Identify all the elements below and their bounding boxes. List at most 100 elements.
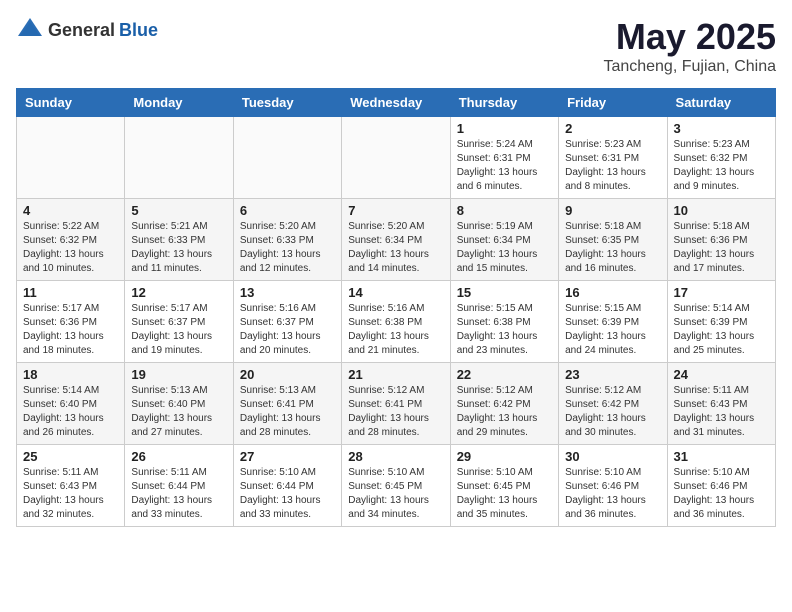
day-number: 14	[348, 285, 443, 300]
day-info: Sunrise: 5:18 AM Sunset: 6:36 PM Dayligh…	[674, 220, 769, 276]
day-number: 21	[348, 367, 443, 382]
day-info: Sunrise: 5:17 AM Sunset: 6:36 PM Dayligh…	[23, 302, 118, 358]
day-number: 4	[23, 203, 118, 218]
month-title: May 2025	[603, 16, 776, 58]
day-info: Sunrise: 5:10 AM Sunset: 6:46 PM Dayligh…	[674, 466, 769, 522]
day-info: Sunrise: 5:16 AM Sunset: 6:37 PM Dayligh…	[240, 302, 335, 358]
day-info: Sunrise: 5:10 AM Sunset: 6:46 PM Dayligh…	[565, 466, 660, 522]
calendar-cell: 1Sunrise: 5:24 AM Sunset: 6:31 PM Daylig…	[450, 117, 558, 199]
day-number: 5	[131, 203, 226, 218]
day-number: 24	[674, 367, 769, 382]
day-number: 18	[23, 367, 118, 382]
day-info: Sunrise: 5:11 AM Sunset: 6:44 PM Dayligh…	[131, 466, 226, 522]
weekday-header-row: Sunday Monday Tuesday Wednesday Thursday…	[17, 89, 776, 117]
calendar-cell: 6Sunrise: 5:20 AM Sunset: 6:33 PM Daylig…	[233, 199, 341, 281]
day-info: Sunrise: 5:10 AM Sunset: 6:45 PM Dayligh…	[348, 466, 443, 522]
week-row-5: 25 Sunrise: 5:11 AM Sunset: 6:43 PM Dayli…	[17, 445, 776, 527]
day-number: 31	[674, 449, 769, 464]
day-number: 23	[565, 367, 660, 382]
logo-text-blue: Blue	[119, 20, 158, 41]
logo: General Blue	[16, 16, 158, 44]
calendar-cell: 14 Sunrise: 5:16 AM Sunset: 6:38 PM Dayli…	[342, 281, 450, 363]
calendar-cell: 10 Sunrise: 5:18 AM Sunset: 6:36 PM Dayli…	[667, 199, 775, 281]
day-info: Sunrise: 5:20 AM Sunset: 6:33 PM Dayligh…	[240, 220, 335, 276]
calendar-cell: 21 Sunrise: 5:12 AM Sunset: 6:41 PM Dayli…	[342, 363, 450, 445]
calendar-cell: 28 Sunrise: 5:10 AM Sunset: 6:45 PM Dayli…	[342, 445, 450, 527]
calendar-cell: 20 Sunrise: 5:13 AM Sunset: 6:41 PM Dayli…	[233, 363, 341, 445]
calendar-cell: 4 Sunrise: 5:22 AM Sunset: 6:32 PM Daylig…	[17, 199, 125, 281]
day-info: Sunrise: 5:13 AM Sunset: 6:40 PM Dayligh…	[131, 384, 226, 440]
calendar-cell: 9Sunrise: 5:18 AM Sunset: 6:35 PM Daylig…	[559, 199, 667, 281]
day-info: Sunrise: 5:16 AM Sunset: 6:38 PM Dayligh…	[348, 302, 443, 358]
day-info: Sunrise: 5:15 AM Sunset: 6:39 PM Dayligh…	[565, 302, 660, 358]
day-number: 26	[131, 449, 226, 464]
week-row-2: 4 Sunrise: 5:22 AM Sunset: 6:32 PM Daylig…	[17, 199, 776, 281]
calendar-cell: 30Sunrise: 5:10 AM Sunset: 6:46 PM Dayli…	[559, 445, 667, 527]
calendar-cell: 13 Sunrise: 5:16 AM Sunset: 6:37 PM Dayli…	[233, 281, 341, 363]
calendar-cell: 8 Sunrise: 5:19 AM Sunset: 6:34 PM Daylig…	[450, 199, 558, 281]
day-info: Sunrise: 5:11 AM Sunset: 6:43 PM Dayligh…	[674, 384, 769, 440]
calendar-table: Sunday Monday Tuesday Wednesday Thursday…	[16, 88, 776, 527]
day-number: 25	[23, 449, 118, 464]
calendar-cell: 3Sunrise: 5:23 AM Sunset: 6:32 PM Daylig…	[667, 117, 775, 199]
calendar-cell: 5 Sunrise: 5:21 AM Sunset: 6:33 PM Daylig…	[125, 199, 233, 281]
calendar-cell: 29Sunrise: 5:10 AM Sunset: 6:45 PM Dayli…	[450, 445, 558, 527]
week-row-1: 1Sunrise: 5:24 AM Sunset: 6:31 PM Daylig…	[17, 117, 776, 199]
day-number: 10	[674, 203, 769, 218]
calendar-cell: 7 Sunrise: 5:20 AM Sunset: 6:34 PM Daylig…	[342, 199, 450, 281]
calendar-cell: 26 Sunrise: 5:11 AM Sunset: 6:44 PM Dayli…	[125, 445, 233, 527]
day-number: 9	[565, 203, 660, 218]
header-tuesday: Tuesday	[233, 89, 341, 117]
calendar-cell: 15Sunrise: 5:15 AM Sunset: 6:38 PM Dayli…	[450, 281, 558, 363]
day-info: Sunrise: 5:11 AM Sunset: 6:43 PM Dayligh…	[23, 466, 118, 522]
day-info: Sunrise: 5:12 AM Sunset: 6:42 PM Dayligh…	[565, 384, 660, 440]
day-info: Sunrise: 5:23 AM Sunset: 6:31 PM Dayligh…	[565, 138, 660, 194]
calendar-cell: 23 Sunrise: 5:12 AM Sunset: 6:42 PM Dayli…	[559, 363, 667, 445]
day-number: 28	[348, 449, 443, 464]
week-row-3: 11 Sunrise: 5:17 AM Sunset: 6:36 PM Dayli…	[17, 281, 776, 363]
header-saturday: Saturday	[667, 89, 775, 117]
day-number: 20	[240, 367, 335, 382]
day-info: Sunrise: 5:14 AM Sunset: 6:40 PM Dayligh…	[23, 384, 118, 440]
day-number: 12	[131, 285, 226, 300]
calendar-cell: 12 Sunrise: 5:17 AM Sunset: 6:37 PM Dayli…	[125, 281, 233, 363]
day-info: Sunrise: 5:12 AM Sunset: 6:41 PM Dayligh…	[348, 384, 443, 440]
header-monday: Monday	[125, 89, 233, 117]
day-info: Sunrise: 5:21 AM Sunset: 6:33 PM Dayligh…	[131, 220, 226, 276]
day-info: Sunrise: 5:14 AM Sunset: 6:39 PM Dayligh…	[674, 302, 769, 358]
calendar-cell: 18 Sunrise: 5:14 AM Sunset: 6:40 PM Dayli…	[17, 363, 125, 445]
day-info: Sunrise: 5:13 AM Sunset: 6:41 PM Dayligh…	[240, 384, 335, 440]
location-title: Tancheng, Fujian, China	[603, 58, 776, 76]
day-number: 11	[23, 285, 118, 300]
calendar-cell: 2Sunrise: 5:23 AM Sunset: 6:31 PM Daylig…	[559, 117, 667, 199]
day-number: 15	[457, 285, 552, 300]
calendar-cell: 11 Sunrise: 5:17 AM Sunset: 6:36 PM Dayli…	[17, 281, 125, 363]
calendar-cell	[342, 117, 450, 199]
day-number: 3	[674, 121, 769, 136]
page-header: General Blue May 2025 Tancheng, Fujian, …	[16, 16, 776, 76]
calendar-cell: 25 Sunrise: 5:11 AM Sunset: 6:43 PM Dayli…	[17, 445, 125, 527]
day-number: 13	[240, 285, 335, 300]
calendar-cell: 19Sunrise: 5:13 AM Sunset: 6:40 PM Dayli…	[125, 363, 233, 445]
day-info: Sunrise: 5:12 AM Sunset: 6:42 PM Dayligh…	[457, 384, 552, 440]
calendar-cell: 22Sunrise: 5:12 AM Sunset: 6:42 PM Dayli…	[450, 363, 558, 445]
calendar-cell	[233, 117, 341, 199]
day-info: Sunrise: 5:10 AM Sunset: 6:44 PM Dayligh…	[240, 466, 335, 522]
day-number: 17	[674, 285, 769, 300]
logo-text-general: General	[48, 20, 115, 41]
day-info: Sunrise: 5:20 AM Sunset: 6:34 PM Dayligh…	[348, 220, 443, 276]
day-info: Sunrise: 5:19 AM Sunset: 6:34 PM Dayligh…	[457, 220, 552, 276]
day-number: 7	[348, 203, 443, 218]
calendar-cell	[125, 117, 233, 199]
header-wednesday: Wednesday	[342, 89, 450, 117]
header-friday: Friday	[559, 89, 667, 117]
day-info: Sunrise: 5:24 AM Sunset: 6:31 PM Dayligh…	[457, 138, 552, 194]
day-number: 27	[240, 449, 335, 464]
day-info: Sunrise: 5:10 AM Sunset: 6:45 PM Dayligh…	[457, 466, 552, 522]
day-number: 8	[457, 203, 552, 218]
day-info: Sunrise: 5:22 AM Sunset: 6:32 PM Dayligh…	[23, 220, 118, 276]
header-thursday: Thursday	[450, 89, 558, 117]
day-info: Sunrise: 5:17 AM Sunset: 6:37 PM Dayligh…	[131, 302, 226, 358]
calendar-cell: 31 Sunrise: 5:10 AM Sunset: 6:46 PM Dayli…	[667, 445, 775, 527]
calendar-cell	[17, 117, 125, 199]
